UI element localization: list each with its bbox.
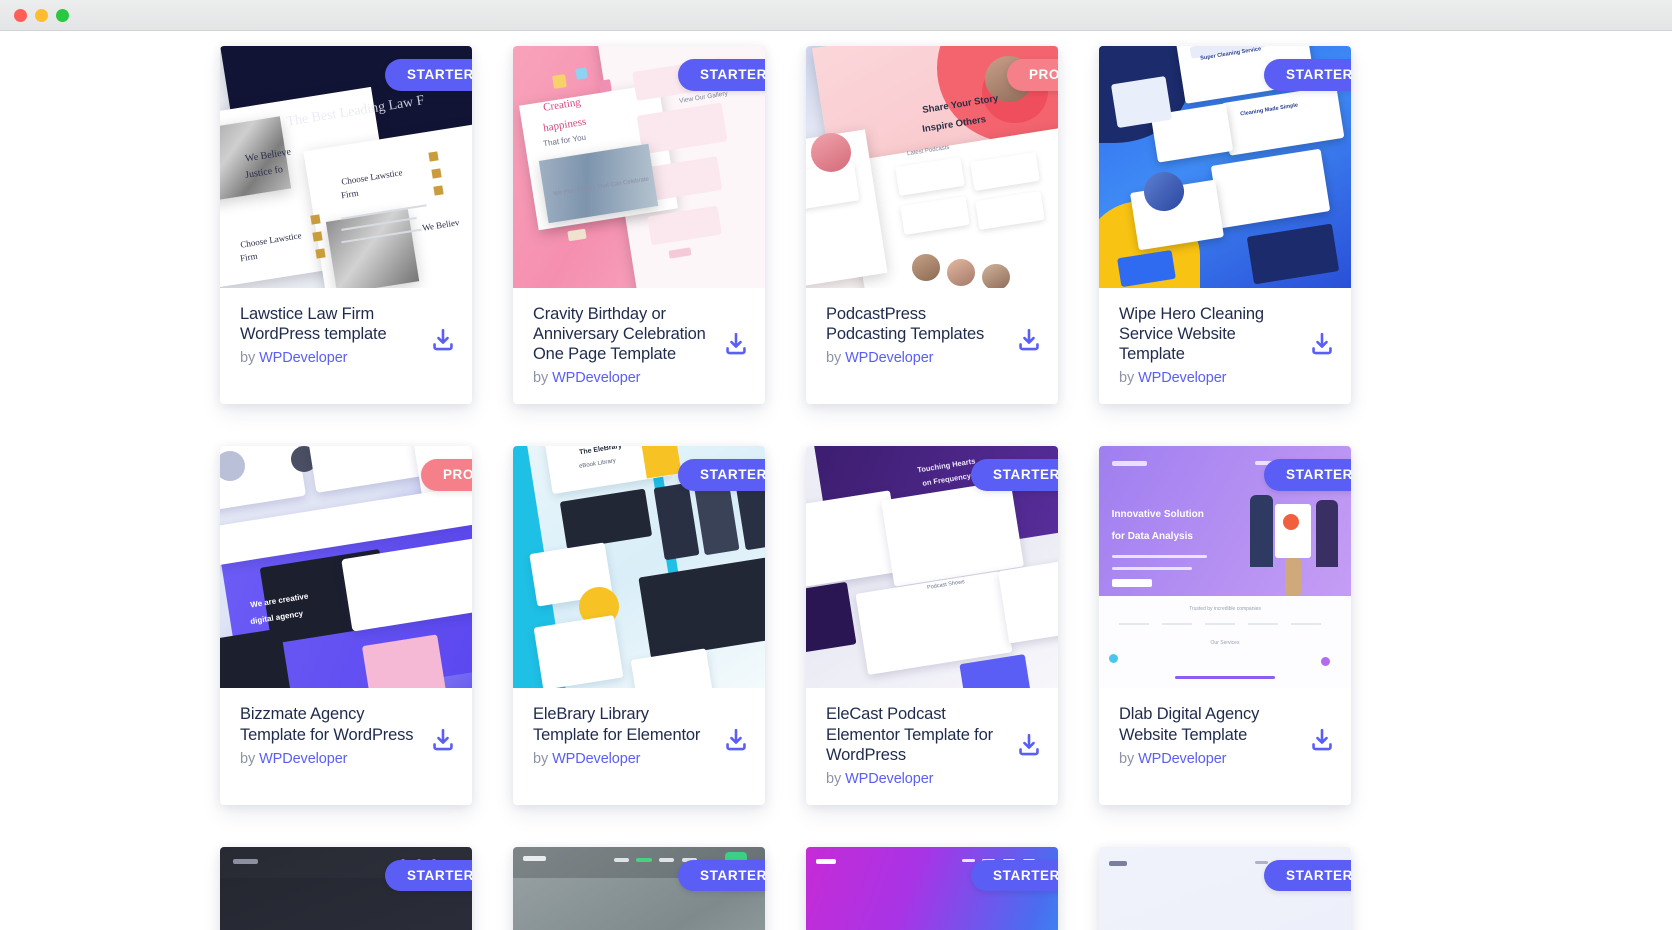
template-thumbnail[interactable]: Touching Hearts on Frequency Podcast Sho… [806, 446, 1058, 689]
close-button[interactable] [14, 8, 27, 22]
template-card-body: Lawstice Law Firm WordPress template by … [220, 288, 472, 396]
template-card-body: EleBrary Library Template for Elementor … [513, 688, 765, 796]
template-card[interactable]: We are creative digital agency PRO Bizzm… [220, 446, 472, 805]
template-author-line: by WPDeveloper [1119, 370, 1333, 386]
template-thumbnail[interactable]: Super Cleaning Service Cleaning Made Sim… [1099, 46, 1351, 288]
template-thumbnail[interactable]: we make smart homes for STARTER [513, 846, 765, 930]
template-thumbnail[interactable]: Innovative Solution for Data Analysis Tr… [1099, 446, 1351, 689]
template-title: EleCast Podcast Elementor Template for W… [826, 705, 993, 764]
by-label: by [1119, 750, 1135, 767]
template-thumbnail[interactable]: Share Your Story Inspire Others Latest P… [806, 46, 1058, 288]
badge-starter: STARTER [1264, 859, 1351, 892]
badge-pro: PRO [1006, 59, 1058, 91]
badge-starter: STARTER [1264, 459, 1351, 491]
template-card-body: Dlab Digital Agency Website Template by … [1099, 688, 1351, 796]
template-card[interactable]: Innovative Solution for Data Analysis Tr… [1099, 446, 1351, 805]
template-author-link[interactable]: WPDeveloper [845, 771, 933, 787]
template-author-line: by WPDeveloper [826, 350, 1040, 366]
template-title: Cravity Birthday or Anniversary Celebrat… [533, 305, 706, 364]
template-card[interactable]: Touching Hearts on Frequency Podcast Sho… [806, 446, 1058, 805]
template-title: PodcastPress Podcasting Templates [826, 305, 985, 344]
template-card-body: EleCast Podcast Elementor Template for W… [806, 688, 1058, 804]
template-card-body: Cravity Birthday or Anniversary Celebrat… [513, 288, 765, 404]
template-author-line: by WPDeveloper [826, 771, 1040, 787]
by-label: by [826, 350, 842, 367]
template-author-line: by WPDeveloper [533, 751, 747, 767]
download-button[interactable] [1309, 331, 1335, 357]
template-author-link[interactable]: WPDeveloper [1138, 751, 1226, 767]
template-card[interactable]: We Help You To Get Health Care Digitaly … [1099, 846, 1351, 930]
template-title: EleBrary Library Template for Elementor [533, 705, 701, 744]
download-button[interactable] [1309, 727, 1335, 753]
by-label: by [826, 770, 842, 787]
template-thumbnail[interactable]: The EleBrary eBook Library STARTER [513, 446, 765, 689]
template-gallery-viewport: The Best Leading Law F We Believe Justic… [0, 31, 1672, 930]
by-label: by [533, 750, 549, 767]
template-grid: The Best Leading Law F We Believe Justic… [220, 46, 1460, 930]
template-card[interactable]: STARTER [220, 846, 472, 930]
template-thumbnail[interactable]: Leading Digital STARTER [806, 846, 1058, 930]
template-card-body: Wipe Hero Cleaning Service Website Templ… [1099, 288, 1351, 404]
badge-pro: PRO [420, 459, 472, 491]
by-label: by [240, 750, 256, 767]
template-card[interactable]: Share Your Story Inspire Others Latest P… [806, 46, 1058, 405]
template-author-link[interactable]: WPDeveloper [552, 370, 640, 386]
badge-starter: STARTER [385, 59, 472, 91]
download-button[interactable] [430, 327, 456, 353]
template-title: Lawstice Law Firm WordPress template [240, 305, 387, 344]
template-card[interactable]: Super Cleaning Service Cleaning Made Sim… [1099, 46, 1351, 405]
download-button[interactable] [1016, 327, 1042, 353]
download-button[interactable] [723, 331, 749, 357]
template-card-body: Bizzmate Agency Template for WordPress b… [220, 688, 472, 796]
template-author-line: by WPDeveloper [1119, 751, 1333, 767]
template-thumbnail[interactable]: Creating happiness That for You View Our… [513, 46, 765, 288]
window-titlebar [0, 0, 1672, 31]
maximize-button[interactable] [56, 8, 69, 22]
template-author-line: by WPDeveloper [240, 350, 454, 366]
badge-starter: STARTER [1264, 59, 1351, 91]
template-title: Wipe Hero Cleaning Service Website Templ… [1119, 305, 1264, 364]
by-label: by [1119, 370, 1135, 387]
template-thumbnail[interactable]: We are creative digital agency PRO [220, 446, 472, 689]
download-button[interactable] [430, 727, 456, 753]
download-button[interactable] [723, 727, 749, 753]
template-thumbnail[interactable]: STARTER [220, 846, 472, 930]
template-author-link[interactable]: WPDeveloper [1138, 370, 1226, 386]
template-author-link[interactable]: WPDeveloper [259, 751, 347, 767]
template-author-link[interactable]: WPDeveloper [552, 751, 640, 767]
by-label: by [533, 370, 549, 387]
template-thumbnail[interactable]: We Help You To Get Health Care Digitaly … [1099, 846, 1351, 930]
template-card[interactable]: The Best Leading Law F We Believe Justic… [220, 46, 472, 405]
by-label: by [240, 350, 256, 367]
template-card[interactable]: we make smart homes for STARTER [513, 846, 765, 930]
badge-starter: STARTER [678, 859, 765, 892]
template-author-link[interactable]: WPDeveloper [845, 350, 933, 366]
template-card[interactable]: Creating happiness That for You View Our… [513, 46, 765, 405]
template-thumbnail[interactable]: The Best Leading Law F We Believe Justic… [220, 46, 472, 288]
minimize-button[interactable] [35, 8, 48, 22]
template-author-line: by WPDeveloper [533, 370, 747, 386]
template-card[interactable]: The EleBrary eBook Library STARTER EleBr… [513, 446, 765, 805]
template-title: Dlab Digital Agency Website Template [1119, 705, 1260, 744]
template-card[interactable]: Leading Digital STARTER [806, 846, 1058, 930]
badge-starter: STARTER [678, 59, 765, 91]
template-card-body: PodcastPress Podcasting Templates by WPD… [806, 288, 1058, 396]
template-title: Bizzmate Agency Template for WordPress [240, 705, 414, 744]
template-author-line: by WPDeveloper [240, 751, 454, 767]
badge-starter: STARTER [971, 859, 1058, 892]
badge-starter: STARTER [385, 859, 472, 892]
download-button[interactable] [1016, 731, 1042, 757]
badge-starter: STARTER [678, 459, 765, 491]
badge-starter: STARTER [971, 459, 1058, 491]
template-author-link[interactable]: WPDeveloper [259, 350, 347, 366]
